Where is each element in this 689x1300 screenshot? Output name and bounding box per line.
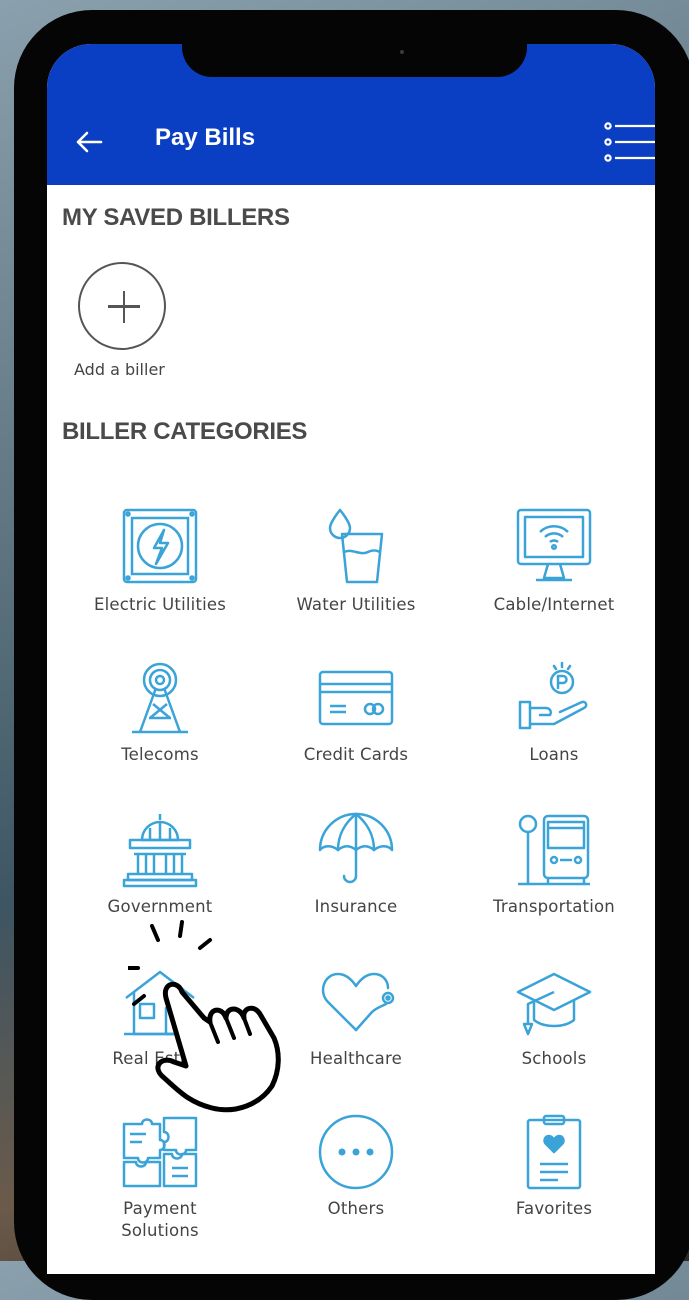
- category-label: Schools: [521, 1049, 587, 1068]
- water-glass-icon: [328, 508, 384, 584]
- category-label: Water Utilities: [296, 595, 416, 614]
- category-label: Loans: [529, 745, 579, 764]
- page-title: Pay Bills: [155, 124, 256, 151]
- camera-dot: [400, 50, 404, 54]
- category-water-utilities[interactable]: Water Utilities: [261, 506, 451, 616]
- government-building-icon: [122, 814, 198, 888]
- credit-card-icon: [318, 670, 394, 726]
- hand-coin-icon: [518, 661, 588, 730]
- category-electric-utilities[interactable]: Electric Utilities: [65, 506, 255, 616]
- category-label: Cable/Internet: [493, 595, 615, 614]
- heart-stethoscope-icon: [321, 972, 395, 1032]
- phone-notch: [182, 44, 527, 77]
- monitor-wifi-icon: [516, 508, 592, 582]
- category-schools[interactable]: Schools: [459, 964, 649, 1070]
- category-label: Favorites: [515, 1199, 593, 1218]
- category-insurance[interactable]: Insurance: [261, 812, 451, 918]
- ellipsis-icon: [318, 1114, 394, 1190]
- category-label: Government: [107, 897, 213, 916]
- graduation-cap-icon: [516, 972, 592, 1036]
- category-payment-solutions[interactable]: Payment Solutions: [65, 1114, 255, 1242]
- clipboard-heart-icon: [526, 1114, 582, 1190]
- biller-categories-heading: BILLER CATEGORIES: [62, 418, 308, 445]
- category-label: Payment Solutions: [121, 1199, 199, 1240]
- category-telecoms[interactable]: Telecoms: [65, 660, 255, 766]
- menu-button[interactable]: [599, 120, 655, 166]
- tap-hand-icon: [128, 920, 281, 1113]
- bus-stop-icon: [518, 814, 590, 886]
- plus-icon: [78, 262, 166, 350]
- category-government[interactable]: Government: [65, 812, 255, 918]
- category-label: Electric Utilities: [93, 595, 227, 614]
- add-biller-button[interactable]: Add a biller: [71, 262, 181, 379]
- category-favorites[interactable]: Favorites: [459, 1114, 649, 1220]
- category-loans[interactable]: Loans: [459, 660, 649, 766]
- category-others[interactable]: Others: [261, 1114, 451, 1220]
- category-label: Credit Cards: [303, 745, 409, 764]
- radio-tower-icon: [132, 662, 188, 734]
- saved-billers-heading: MY SAVED BILLERS: [62, 204, 290, 231]
- list-menu-icon: [604, 122, 655, 162]
- category-transportation[interactable]: Transportation: [459, 812, 649, 918]
- back-button[interactable]: [73, 126, 105, 158]
- arrow-left-icon: [76, 131, 103, 153]
- category-label: Telecoms: [121, 745, 199, 764]
- umbrella-icon: [318, 812, 394, 884]
- category-label: Others: [327, 1199, 385, 1218]
- category-credit-cards[interactable]: Credit Cards: [261, 660, 451, 766]
- electric-icon: [122, 508, 198, 584]
- category-label: Transportation: [493, 897, 615, 916]
- add-biller-label: Add a biller: [74, 360, 165, 379]
- category-cable-internet[interactable]: Cable/Internet: [459, 506, 649, 616]
- puzzle-icon: [122, 1116, 198, 1188]
- category-label: Insurance: [314, 897, 398, 916]
